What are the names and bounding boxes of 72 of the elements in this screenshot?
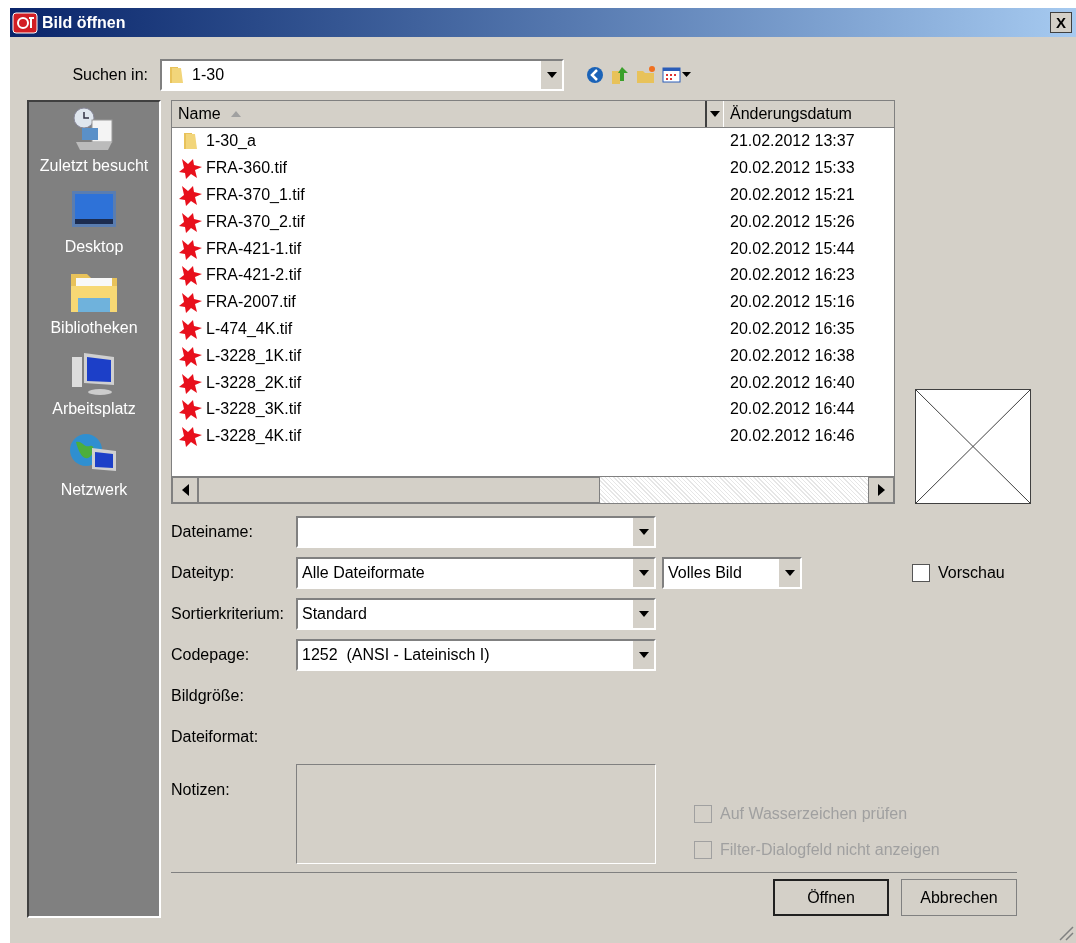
dropdown-button[interactable] [632, 518, 654, 546]
splat-icon [178, 425, 204, 448]
dialog-button[interactable]: Abbrechen [901, 879, 1017, 916]
field-label: Dateiname: [171, 522, 254, 542]
dialog-button[interactable]: Öffnen [773, 879, 889, 916]
dropdown-arrow-icon [638, 652, 649, 658]
column-header[interactable]: Änderungsdatum [723, 101, 894, 127]
scroll-right-icon[interactable] [877, 484, 885, 496]
field-label: Notizen: [171, 780, 231, 800]
field-label: Codepage: [171, 645, 251, 665]
dropdown-arrow-icon [710, 111, 720, 117]
file-row[interactable]: FRA-360.tif 20.02.2012 15:33 [172, 154, 894, 182]
dropdown[interactable]: 1252 (ANSI - Lateinisch I) [296, 639, 656, 671]
splat-icon [178, 264, 204, 287]
view-menu-icon[interactable] [662, 67, 692, 83]
dropdown-button[interactable] [632, 600, 654, 628]
info-label: Bildgröße: [171, 686, 245, 706]
close-button[interactable]: X [1050, 12, 1072, 33]
dropdown-button[interactable] [778, 559, 800, 587]
dropdown-button[interactable] [632, 559, 654, 587]
splat-icon [178, 184, 204, 206]
dropdown-arrow-icon [784, 570, 795, 576]
splat-icon [178, 398, 204, 421]
file-row[interactable]: L-3228_3K.tif 20.02.2012 16:44 [172, 395, 894, 423]
splat-icon [178, 210, 204, 233]
file-row[interactable]: FRA-370_2.tif 20.02.2012 15:26 [172, 208, 894, 236]
splat-icon [178, 237, 204, 260]
file-name-field[interactable] [296, 516, 656, 548]
place-item[interactable]: Netzwerk [29, 430, 159, 511]
look-in-dropdown[interactable]: 1-30 [160, 59, 564, 91]
field-label: Sortierkriterium: [171, 604, 285, 624]
file-row[interactable]: FRA-2007.tif 20.02.2012 15:16 [172, 288, 894, 316]
place-item[interactable]: Bibliotheken [29, 268, 159, 349]
dropdown[interactable]: Volles Bild [662, 557, 802, 589]
horizontal-scrollbar[interactable] [172, 476, 894, 503]
splat-icon [178, 157, 204, 180]
column-header[interactable]: Name [172, 101, 707, 127]
splat-icon [178, 291, 204, 314]
field-label: Dateityp: [171, 563, 236, 583]
splat-icon [178, 344, 204, 367]
dropdown[interactable]: Alle Dateiformate [296, 557, 656, 589]
sort-up-icon [230, 111, 241, 117]
checkbox[interactable] [912, 564, 930, 582]
file-row[interactable]: L-474_4K.tif 20.02.2012 16:35 [172, 315, 894, 343]
notes-field[interactable] [296, 764, 656, 864]
file-row[interactable]: FRA-421-2.tif 20.02.2012 16:23 [172, 262, 894, 289]
dropdown-arrow-icon [546, 72, 557, 78]
file-row[interactable]: L-3228_2K.tif 20.02.2012 16:40 [172, 369, 894, 396]
place-item[interactable]: Arbeitsplatz [29, 349, 159, 430]
app-icon [12, 11, 38, 34]
file-row[interactable]: FRA-421-1.tif 20.02.2012 15:44 [172, 235, 894, 262]
file-row[interactable]: 1-30_a 21.02.2012 13:37 [172, 128, 894, 155]
place-item[interactable]: Desktop [29, 187, 159, 268]
place-item[interactable]: Zuletzt besucht [29, 106, 159, 187]
dropdown-arrow-icon [638, 529, 649, 535]
dropdown-button[interactable] [632, 641, 654, 669]
preview-label: Vorschau [938, 563, 1005, 583]
file-row[interactable]: L-3228_1K.tif 20.02.2012 16:38 [172, 342, 894, 370]
dropdown-button[interactable] [540, 61, 562, 89]
info-label: Dateiformat: [171, 727, 260, 747]
file-row[interactable]: FRA-370_1.tif 20.02.2012 15:21 [172, 181, 894, 209]
back-icon[interactable] [586, 66, 604, 84]
scroll-thumb[interactable] [198, 477, 600, 503]
splat-icon [178, 317, 204, 340]
scroll-left-icon[interactable] [181, 484, 189, 496]
window-title: Bild öffnen [42, 12, 127, 33]
file-row[interactable]: L-3228_4K.tif 20.02.2012 16:46 [172, 422, 894, 450]
dropdown[interactable]: Standard [296, 598, 656, 630]
dropdown-arrow-icon [638, 611, 649, 617]
splat-icon [178, 371, 204, 394]
look-in-label: Suchen in: [71, 65, 149, 85]
dropdown-arrow-icon [638, 570, 649, 576]
